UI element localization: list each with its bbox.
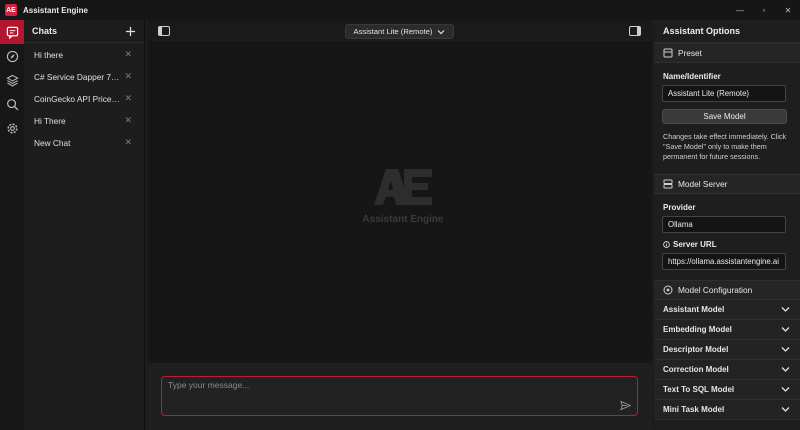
name-identifier-label: Name/Identifier [663,72,721,81]
close-icon[interactable]: ✕ [124,49,132,60]
minimize-button[interactable]: — [728,0,752,20]
chats-title: Chats [32,26,58,36]
compass-icon [6,50,18,62]
accordion-correction-model[interactable]: Correction Model [654,360,800,380]
rail-search-button[interactable] [0,92,24,116]
chat-item-label: Hi There [34,116,66,126]
rail-settings-button[interactable] [0,116,24,140]
chevron-down-icon [781,387,790,392]
chats-header: Chats [24,20,144,43]
chat-message-area: Assistant Engine [148,43,652,363]
chat-item-label: C# Service Dapper 7 Dapper [34,72,120,82]
ae-logo-icon [374,169,432,205]
chat-item-label: Hi there [34,50,64,60]
section-preset[interactable]: Preset [654,43,800,63]
chats-sidebar: Chats Hi there ✕ C# Service Dapper 7 Dap… [24,20,145,430]
accordion-assistant-model[interactable]: Assistant Model [654,300,800,320]
app-logo-icon: AE [5,4,17,16]
app-title: Assistant Engine [23,5,88,15]
provider-input[interactable] [662,216,786,233]
main-panel: Assistant Lite (Remote) Assistant Engine [148,20,652,430]
section-label: Model Configuration [678,285,753,295]
chevron-down-icon [438,29,445,34]
accordion-label: Mini Task Model [663,405,725,414]
chat-list-item[interactable]: C# Service Dapper 7 Dapper ✕ [24,66,144,88]
section-label: Preset [678,48,702,58]
chat-item-label: CoinGecko API Price Notification [34,94,120,104]
provider-label: Provider [663,203,696,212]
name-identifier-input[interactable] [662,85,786,102]
accordion-label: Text To SQL Model [663,385,735,394]
chevron-down-icon [781,367,790,372]
rail-layers-button[interactable] [0,68,24,92]
model-selector-value: Assistant Lite (Remote) [353,27,433,36]
brand-watermark: Assistant Engine [344,168,462,225]
rail-history-button[interactable] [0,44,24,68]
close-icon[interactable]: ✕ [124,71,132,82]
section-label: Model Server [678,179,728,189]
main-toolbar: Assistant Lite (Remote) [148,20,652,43]
message-composer [161,376,638,416]
close-window-button[interactable]: ✕ [776,0,800,20]
new-chat-plus-icon[interactable] [125,26,136,37]
accordion-mini-task-model[interactable]: Mini Task Model [654,400,800,420]
accordion-text-to-sql-model[interactable]: Text To SQL Model [654,380,800,400]
rail-chats-button[interactable] [0,20,24,44]
chevron-down-icon [781,327,790,332]
toggle-right-panel-icon[interactable] [629,26,641,36]
section-model-server[interactable]: Model Server [654,174,800,194]
chat-list-item[interactable]: New Chat ✕ [24,132,144,154]
chat-bubble-icon [6,26,18,39]
search-icon [6,98,18,110]
accordion-label: Descriptor Model [663,345,729,354]
accordion-label: Correction Model [663,365,729,374]
section-model-configuration[interactable]: Model Configuration [654,280,800,300]
preset-icon [663,48,673,58]
server-icon [663,179,673,189]
close-icon[interactable]: ✕ [124,137,132,148]
window-controls: — ▫ ✕ [728,0,800,20]
maximize-button[interactable]: ▫ [752,0,776,20]
close-icon[interactable]: ✕ [124,93,132,104]
chevron-down-icon [781,407,790,412]
toggle-left-sidebar-icon[interactable] [158,26,170,36]
title-bar: AE Assistant Engine — ▫ ✕ [0,0,800,20]
chat-list-item[interactable]: Hi there ✕ [24,44,144,66]
brand-name: Assistant Engine [362,214,444,225]
accordion-label: Embedding Model [663,325,732,334]
accordion-label: Assistant Model [663,305,725,314]
chat-list: Hi there ✕ C# Service Dapper 7 Dapper ✕ … [24,43,144,154]
gear-icon [6,122,18,134]
server-url-label-row: Server URL [654,240,800,249]
assistant-options-panel: Assistant Options Preset Name/Identifier… [654,20,800,430]
send-icon[interactable] [620,400,631,411]
message-input[interactable] [168,380,608,404]
server-url-input[interactable] [662,253,786,270]
model-config-icon [663,285,673,295]
chevron-down-icon [781,347,790,352]
chat-list-item[interactable]: CoinGecko API Price Notification ✕ [24,88,144,110]
chevron-down-icon [781,307,790,312]
accordion-embedding-model[interactable]: Embedding Model [654,320,800,340]
model-selector-dropdown[interactable]: Assistant Lite (Remote) [345,24,454,39]
server-url-label: Server URL [673,240,717,249]
chat-list-item[interactable]: Hi There ✕ [24,110,144,132]
close-icon[interactable]: ✕ [124,115,132,126]
preset-note: Changes take effect immediately. Click "… [663,132,787,161]
options-title: Assistant Options [654,20,800,43]
save-model-button[interactable]: Save Model [662,109,787,124]
icon-rail [0,20,24,430]
accordion-descriptor-model[interactable]: Descriptor Model [654,340,800,360]
info-icon [663,241,670,248]
composer-area [148,363,652,430]
layers-icon [5,74,19,86]
chat-item-label: New Chat [34,138,71,148]
